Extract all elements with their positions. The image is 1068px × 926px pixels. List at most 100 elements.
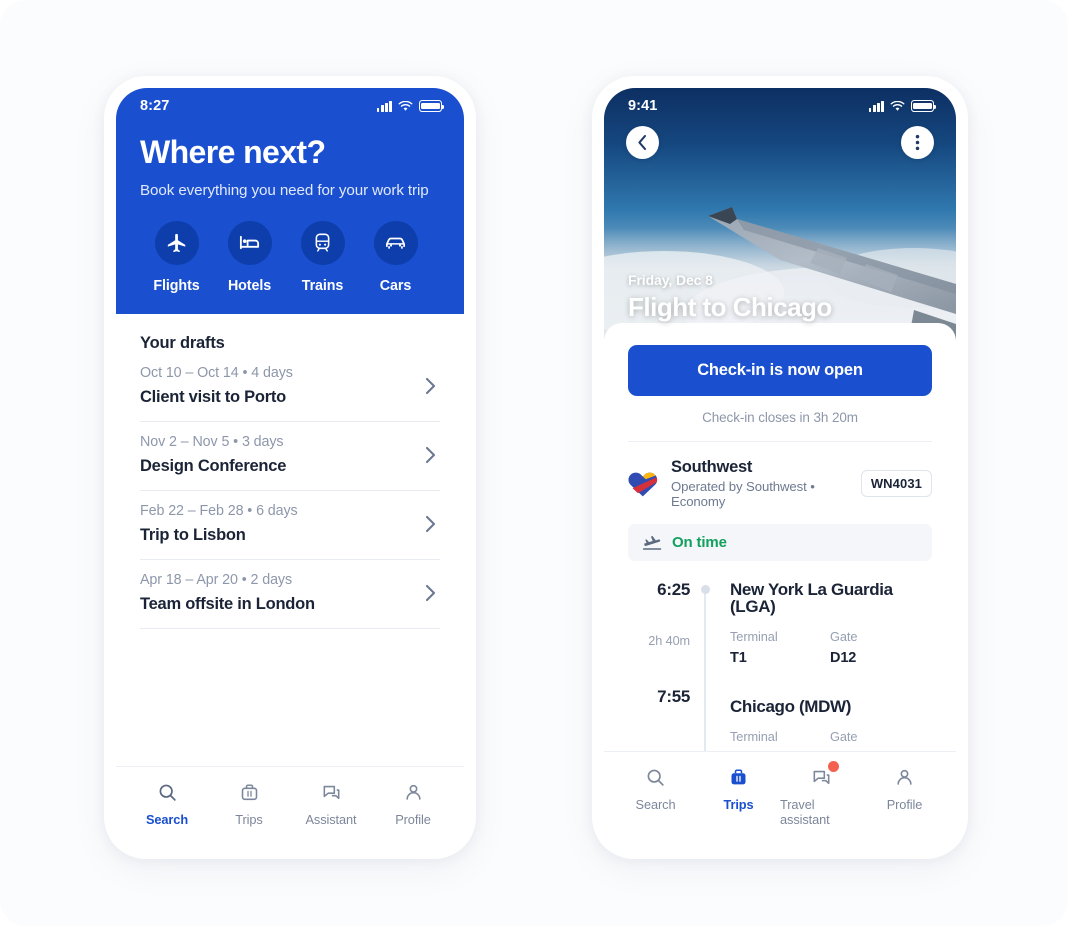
cellular-signal-icon <box>376 100 392 112</box>
check-in-button[interactable]: Check-in is now open <box>628 345 932 396</box>
draft-list-item[interactable]: Feb 22 – Feb 28 • 6 days Trip to Lisbon <box>140 491 440 560</box>
category-label: Cars <box>379 277 412 294</box>
chevron-right-icon <box>425 584 436 601</box>
draft-text: Feb 22 – Feb 28 • 6 days Trip to Lisbon <box>140 503 298 545</box>
battery-icon <box>911 100 937 112</box>
hero-overlay: 9:41 Friday, Dec 8 Flight to Chicago <box>604 88 956 341</box>
detail-key: Terminal <box>730 629 778 644</box>
drafts-title: Your drafts <box>140 333 225 352</box>
flight-detail-screen: 9:41 Friday, Dec 8 Flight to Chicago Che… <box>604 88 956 847</box>
tab-label: Profile <box>886 797 923 812</box>
tab-profile[interactable]: Profile <box>372 780 454 827</box>
bed-icon <box>239 236 260 250</box>
category-row: Flights Hotels Trains Cars <box>140 220 440 294</box>
page-canvas: 8:27 Where next? Book everything you nee… <box>0 0 1068 926</box>
wifi-icon <box>890 100 905 111</box>
draft-list-item[interactable]: Nov 2 – Nov 5 • 3 days Design Conference <box>140 422 440 491</box>
departure-airport: New York La Guardia (LGA) <box>730 580 893 616</box>
category-trains[interactable]: Trains <box>286 220 359 294</box>
tab-search[interactable]: Search <box>614 765 697 827</box>
category-label: Trains <box>301 277 344 294</box>
chevron-right-icon <box>425 446 436 463</box>
draft-name: Trip to Lisbon <box>140 525 246 544</box>
cellular-signal-icon <box>868 100 884 112</box>
status-bar-icons <box>868 100 937 112</box>
chevron-right-icon <box>425 515 436 532</box>
tab-trips[interactable]: Trips <box>697 765 780 827</box>
page-title: Where next? <box>140 134 326 170</box>
status-bar: 9:41 <box>604 88 956 122</box>
phone-mockup-flight: 9:41 Friday, Dec 8 Flight to Chicago Che… <box>592 76 968 859</box>
timeline-times-column: 6:25 2h 40m 7:55 <box>628 581 690 751</box>
tab-label: Assistant <box>305 812 357 827</box>
detail-key: Gate <box>830 629 858 644</box>
category-flights[interactable]: Flights <box>140 220 213 294</box>
tab-profile[interactable]: Profile <box>863 765 946 827</box>
detail-value: T1 <box>730 650 747 666</box>
arrival-airport: Chicago (MDW) <box>730 697 852 716</box>
tab-search[interactable]: Search <box>126 780 208 827</box>
chevron-right-icon <box>425 377 436 394</box>
departure-gate: Gate D12 <box>830 629 930 666</box>
flight-date: Friday, Dec 8 <box>628 272 713 288</box>
draft-list-item[interactable]: Apr 18 – Apr 20 • 2 days Team offsite in… <box>140 560 440 629</box>
train-icon <box>315 233 330 252</box>
detail-value: D12 <box>830 650 857 666</box>
itinerary-timeline: 6:25 2h 40m 7:55 New York La Guardia (LG… <box>628 561 932 751</box>
southwest-heart-logo <box>628 472 658 496</box>
draft-name: Design Conference <box>140 456 287 475</box>
suitcase-icon <box>239 780 260 804</box>
phone-mockup-search: 8:27 Where next? Book everything you nee… <box>104 76 476 859</box>
back-button[interactable] <box>626 126 659 159</box>
airplane-icon <box>167 233 185 252</box>
search-icon <box>157 780 178 804</box>
tab-label: Trips <box>235 812 263 827</box>
status-bar-clock: 8:27 <box>140 98 170 114</box>
tab-assistant[interactable]: Assistant <box>290 780 372 827</box>
drafts-section: Your drafts Oct 10 – Oct 14 • 4 days Cli… <box>116 313 464 766</box>
tab-label: Search <box>635 797 676 812</box>
arrival-details: Terminal T2 Gate D12 <box>730 729 932 751</box>
detail-key: Gate <box>830 729 858 744</box>
more-options-button[interactable] <box>901 126 934 159</box>
category-icon-circle <box>373 220 418 265</box>
wifi-icon <box>398 100 413 111</box>
detail-key: Terminal <box>730 729 778 744</box>
person-icon <box>894 765 915 789</box>
notification-badge <box>828 761 839 772</box>
draft-text: Oct 10 – Oct 14 • 4 days Client visit to… <box>140 365 293 407</box>
timeline-dot-departure <box>700 585 710 594</box>
departure-terminal: Terminal T1 <box>730 629 830 666</box>
status-bar-clock: 9:41 <box>628 98 658 114</box>
departure-time: 6:25 <box>657 580 690 599</box>
bottom-tab-bar: Search Trips <box>116 766 464 847</box>
segment-departure: New York La Guardia (LGA) Terminal T1 Ga… <box>730 581 932 666</box>
draft-dates: Oct 10 – Oct 14 • 4 days <box>140 364 293 381</box>
category-cars[interactable]: Cars <box>359 220 432 294</box>
search-icon <box>645 765 666 789</box>
tab-label: Trips <box>723 797 754 812</box>
flight-status-row: On time <box>628 524 932 561</box>
arrival-gate: Gate D12 <box>830 729 930 751</box>
tab-trips[interactable]: Trips <box>208 780 290 827</box>
search-header: Where next? Book everything you need for… <box>116 122 464 314</box>
draft-list-item[interactable]: Oct 10 – Oct 14 • 4 days Client visit to… <box>140 353 440 422</box>
airline-row: Southwest Operated by Southwest • Econom… <box>628 442 932 524</box>
tab-travel-assistant[interactable]: Travel assistant <box>780 761 863 827</box>
hero-action-row <box>604 122 956 159</box>
draft-dates: Nov 2 – Nov 5 • 3 days <box>140 433 284 450</box>
page-subtitle: Book everything you need for your work t… <box>140 181 429 199</box>
flight-number-badge: WN4031 <box>860 470 932 497</box>
category-icon-circle <box>300 220 345 265</box>
draft-dates: Feb 22 – Feb 28 • 6 days <box>140 502 298 519</box>
flight-duration: 2h 40m <box>648 634 690 648</box>
tab-label: Search <box>145 812 189 827</box>
hero-text-block: Friday, Dec 8 Flight to Chicago <box>604 272 956 341</box>
tab-label: Profile <box>395 812 431 827</box>
tab-label: Travel assistant <box>780 797 830 827</box>
car-icon <box>386 237 405 250</box>
more-vertical-icon <box>915 134 920 151</box>
category-hotels[interactable]: Hotels <box>213 220 286 294</box>
status-bar: 8:27 <box>116 88 464 122</box>
draft-name: Team offsite in London <box>140 594 315 613</box>
